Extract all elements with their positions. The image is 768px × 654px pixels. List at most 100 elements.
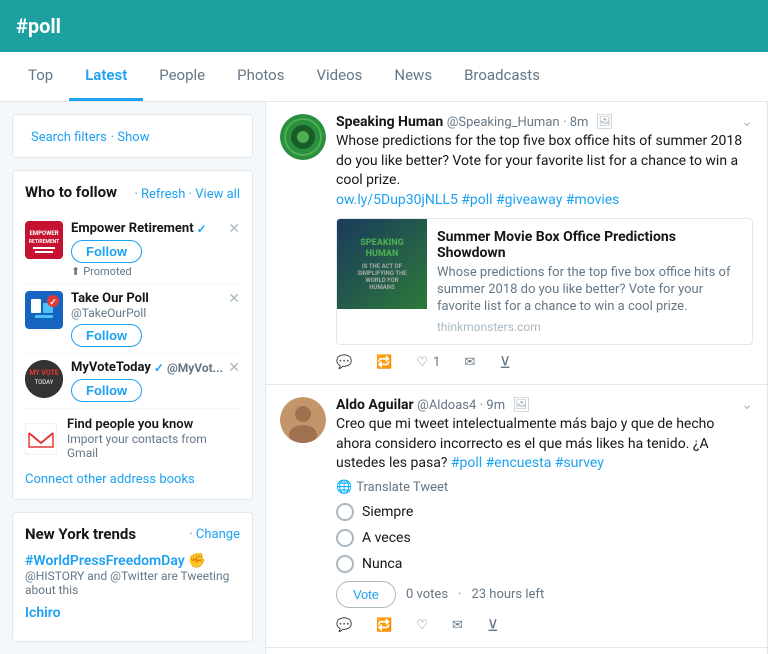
- tweet2-mail-button[interactable]: ✉: [452, 618, 463, 633]
- tweet2-reply-button[interactable]: 💬: [336, 618, 352, 633]
- speaking-human-time: 8m: [570, 115, 589, 130]
- follow-item-takepoll: ✓ Take Our Poll @TakeOurPoll Follow ✕: [25, 285, 240, 354]
- speaking-human-card-image: SPEAKINGHUMAN IS THE ACT OFSIMPLIFYING T…: [337, 219, 427, 309]
- tweet2-like-button[interactable]: ♡: [416, 618, 428, 633]
- tab-people[interactable]: People: [143, 52, 221, 101]
- trends-panel: New York trends · Change #WorldPressFree…: [12, 512, 253, 642]
- takepoll-info: Take Our Poll @TakeOurPoll Follow: [71, 291, 240, 347]
- myvote-name: MyVoteToday ✓ @MyVot...: [71, 360, 240, 375]
- poll-radio-siempre[interactable]: [336, 503, 354, 521]
- tweet1-pocket-button[interactable]: ⊻: [499, 353, 511, 372]
- tweet1-chevron-icon[interactable]: ⌄: [741, 114, 753, 130]
- tweet2-actions: 💬 🔁 ♡ ✉ ⊻: [336, 616, 753, 635]
- follow-item-myvote: MY VOTE TODAY MyVoteToday ✓ @MyVot... Fo…: [25, 354, 240, 409]
- poll-container: Siempre A veces Nunca Vote 0 votes ·: [336, 503, 753, 608]
- gmail-text: Find people you know Import your contact…: [67, 417, 240, 460]
- speaking-human-card-title: Summer Movie Box Office Predictions Show…: [437, 229, 742, 261]
- speaking-human-link[interactable]: ow.ly/5Dup30jNLL5: [336, 192, 458, 208]
- aldo-handle: @Aldoas4: [417, 398, 476, 413]
- trends-change-link[interactable]: · Change: [189, 527, 240, 542]
- translate-tweet-button[interactable]: 🌐 Translate Tweet: [336, 480, 753, 495]
- tweet-speaking-human: Speaking Human @Speaking_Human · 8m 🖼 ⌄ …: [266, 102, 767, 385]
- mail-icon-2: ✉: [452, 618, 463, 633]
- speaking-human-card-domain: thinkmonsters.com: [437, 320, 742, 334]
- takepoll-follow-button[interactable]: Follow: [71, 324, 142, 347]
- tab-latest[interactable]: Latest: [69, 52, 143, 101]
- tweet2-pocket-button[interactable]: ⊻: [487, 616, 499, 635]
- gmail-icon: [25, 423, 57, 455]
- empower-follow-button[interactable]: Follow: [71, 240, 142, 263]
- tab-top[interactable]: Top: [12, 52, 69, 101]
- empower-avatar: EMPOWER RETIREMENT: [25, 221, 63, 259]
- tweet-feed: Speaking Human @Speaking_Human · 8m 🖼 ⌄ …: [265, 102, 768, 654]
- like-icon: ♡: [416, 355, 428, 370]
- who-follow-title: Who to follow: [25, 183, 117, 201]
- tweet1-actions: 💬 🔁 ♡ 1 ✉ ⊻: [336, 353, 753, 372]
- trend-hashtag-worldpress[interactable]: #WorldPressFreedomDay ✊: [25, 553, 240, 569]
- page-title: #poll: [16, 14, 61, 38]
- search-filters-title: Search filters· Show: [25, 127, 149, 145]
- verified-icon: ✓: [197, 222, 207, 236]
- tab-videos[interactable]: Videos: [300, 52, 378, 101]
- tweet1-reply-button[interactable]: 💬: [336, 355, 352, 370]
- sidebar: Search filters· Show Who to follow · Ref…: [0, 102, 265, 654]
- tweet1-like-count: 1: [433, 355, 440, 370]
- aldo-name[interactable]: Aldo Aguilar: [336, 397, 414, 413]
- speaking-human-card-body: Summer Movie Box Office Predictions Show…: [427, 219, 752, 344]
- poll-label-siempre: Siempre: [362, 504, 413, 520]
- aldo-header: Aldo Aguilar @Aldoas4 · 9m 🖼 ⌄: [336, 397, 753, 413]
- connect-address-books-link[interactable]: Connect other address books: [25, 472, 240, 487]
- speaking-human-name[interactable]: Speaking Human: [336, 114, 443, 130]
- empower-close-button[interactable]: ✕: [228, 221, 240, 237]
- show-link[interactable]: · Show: [111, 130, 150, 145]
- reply-icon: 💬: [336, 355, 352, 370]
- myvote-avatar: MY VOTE TODAY: [25, 360, 63, 398]
- trend-hashtag-ichiro[interactable]: Ichiro: [25, 605, 240, 621]
- speaking-human-card[interactable]: SPEAKINGHUMAN IS THE ACT OFSIMPLIFYING T…: [336, 218, 753, 345]
- view-all-link[interactable]: · View all: [189, 187, 240, 202]
- pocket-icon-2: ⊻: [487, 616, 499, 635]
- tweet1-like-button[interactable]: ♡ 1: [416, 355, 440, 370]
- speaking-human-card-desc: Whose predictions for the top five box o…: [437, 265, 742, 316]
- svg-text:EMPOWER: EMPOWER: [29, 230, 58, 237]
- gmail-title: Find people you know: [67, 417, 240, 432]
- follow-item-empower: EMPOWER RETIREMENT Empower Retirement ✓ …: [25, 215, 240, 285]
- promoted-badge: ⬆ Promoted: [71, 265, 240, 278]
- tab-photos[interactable]: Photos: [221, 52, 300, 101]
- nav-tabs: Top Latest People Photos Videos News Bro…: [0, 52, 768, 102]
- poll-option-nunca: Nunca: [336, 555, 753, 573]
- promoted-icon: ⬆: [71, 265, 80, 278]
- pocket-icon: ⊻: [499, 353, 511, 372]
- tab-news[interactable]: News: [378, 52, 448, 101]
- tab-broadcasts[interactable]: Broadcasts: [448, 52, 556, 101]
- tweet1-retweet-button[interactable]: 🔁: [376, 355, 392, 370]
- svg-text:MY VOTE: MY VOTE: [29, 369, 59, 377]
- who-follow-links: · Refresh · View all: [134, 187, 240, 202]
- tweet2-retweet-button[interactable]: 🔁: [376, 618, 392, 633]
- tweet2-chevron-icon[interactable]: ⌄: [741, 397, 753, 413]
- retweet-icon: 🔁: [376, 355, 392, 370]
- svg-text:✓: ✓: [49, 298, 57, 308]
- trend-desc-worldpress: @HISTORY and @Twitter are Tweeting about…: [25, 569, 240, 597]
- mail-icon: ✉: [464, 355, 475, 370]
- takepoll-close-button[interactable]: ✕: [228, 291, 240, 307]
- tweet1-mail-button[interactable]: ✉: [464, 355, 475, 370]
- page-header: #poll: [0, 0, 768, 52]
- aldo-hashtags[interactable]: #poll #encuesta #survey: [451, 455, 604, 471]
- poll-radio-aveces[interactable]: [336, 529, 354, 547]
- aldo-avatar: [280, 397, 326, 443]
- takepoll-avatar: ✓: [25, 291, 63, 329]
- refresh-link[interactable]: · Refresh: [134, 187, 185, 202]
- speaking-human-hashtags: #poll #giveaway #movies: [461, 192, 619, 208]
- trend-item-worldpress: #WorldPressFreedomDay ✊ @HISTORY and @Tw…: [25, 553, 240, 597]
- poll-label-nunca: Nunca: [362, 556, 402, 572]
- poll-radio-nunca[interactable]: [336, 555, 354, 573]
- like-icon-2: ♡: [416, 618, 428, 633]
- takepoll-name: Take Our Poll: [71, 291, 240, 306]
- myvote-follow-button[interactable]: Follow: [71, 379, 142, 402]
- myvote-close-button[interactable]: ✕: [228, 360, 240, 376]
- empower-info: Empower Retirement ✓ Follow ⬆ Promoted: [71, 221, 240, 278]
- aldo-media-icon: 🖼: [513, 397, 531, 413]
- trends-title: New York trends: [25, 525, 136, 543]
- tweet-aldo: Aldo Aguilar @Aldoas4 · 9m 🖼 ⌄ Creo que …: [266, 385, 767, 648]
